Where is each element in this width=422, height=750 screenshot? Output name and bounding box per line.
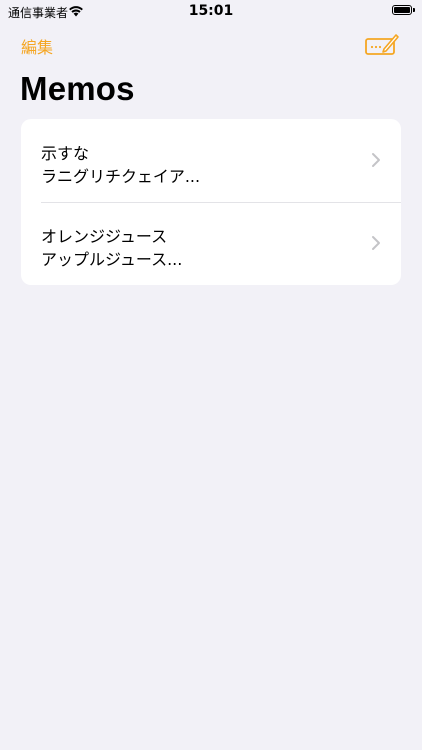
chevron-right-icon bbox=[372, 153, 380, 167]
memo-row[interactable]: オレンジジュース アップルジュース... bbox=[21, 202, 401, 285]
edit-button[interactable]: 編集 bbox=[21, 34, 53, 58]
memo-title: オレンジジュース bbox=[41, 227, 168, 246]
status-bar: 通信事業者 15:01 bbox=[0, 0, 422, 24]
chevron-right-icon bbox=[372, 236, 380, 250]
memo-list: 示すな ラニグリチクェイア... オレンジジュース アップルジュース... bbox=[21, 119, 401, 285]
memo-title: 示すな bbox=[41, 144, 90, 163]
battery-icon bbox=[392, 5, 412, 15]
memo-preview: ラニグリチクェイア... bbox=[41, 167, 201, 186]
battery-cap bbox=[413, 8, 415, 12]
compose-icon[interactable] bbox=[364, 30, 400, 58]
clock: 15:01 bbox=[188, 3, 234, 19]
page-title: Memos bbox=[20, 70, 135, 107]
navigation-bar: 編集 bbox=[0, 24, 422, 68]
memo-row[interactable]: 示すな ラニグリチクェイア... bbox=[21, 119, 401, 202]
memo-preview: アップルジュース... bbox=[41, 250, 183, 269]
